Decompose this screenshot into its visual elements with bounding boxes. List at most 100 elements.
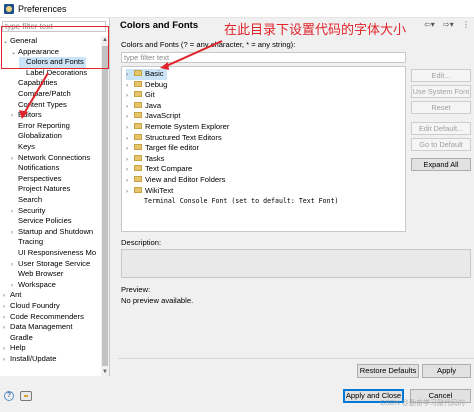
tree-item[interactable]: Content Types xyxy=(11,100,67,111)
tree-item[interactable]: ⌄ Appearance xyxy=(11,47,59,58)
tree-item[interactable]: Error Reporting xyxy=(11,121,70,132)
folder-icon xyxy=(134,165,142,172)
tree-item-label: Search xyxy=(18,195,43,204)
expanded-icon[interactable]: ⌄ xyxy=(11,48,18,59)
folder-icon xyxy=(134,154,142,161)
go-to-default-button[interactable]: Go to Default xyxy=(411,138,471,151)
tree-item[interactable]: › Help xyxy=(3,343,26,354)
help-icon[interactable]: ? xyxy=(4,391,14,401)
tree-item[interactable]: › Workspace xyxy=(11,280,56,291)
font-tree-item[interactable]: › Git xyxy=(126,90,155,101)
tree-item[interactable]: Compare/Patch xyxy=(11,89,71,100)
import-export-icon[interactable] xyxy=(20,391,32,401)
font-tree-item[interactable]: › WikiText xyxy=(126,186,173,197)
edit-button[interactable]: Edit... xyxy=(411,69,471,82)
font-tree-label: Text Compare xyxy=(145,164,193,174)
tree-item[interactable]: Search xyxy=(11,195,42,206)
forward-icon[interactable]: ⇨▾ xyxy=(443,20,454,30)
menu-icon[interactable]: ⋮ xyxy=(462,20,470,30)
tree-item[interactable]: › Network Connections xyxy=(11,153,90,164)
folder-icon xyxy=(134,80,142,87)
font-tree-item[interactable]: › Structured Text Editors xyxy=(126,133,222,144)
separator xyxy=(118,358,474,359)
tree-item[interactable]: Notifications xyxy=(11,163,59,174)
expanded-icon[interactable]: ⌄ xyxy=(3,37,10,48)
font-tree-label: JavaScript xyxy=(145,111,181,121)
tree-item-label: Capabilities xyxy=(18,78,58,88)
restore-defaults-button[interactable]: Restore Defaults xyxy=(357,364,419,378)
watermark: CSDN @勤奋学习敲代码的 xyxy=(380,400,465,407)
font-tree-item[interactable]: Terminal Console Font (set to default: T… xyxy=(136,196,339,207)
folder-icon xyxy=(134,144,142,151)
font-tree-item[interactable]: › View and Editor Folders xyxy=(126,175,225,186)
tree-item[interactable]: Project Natures xyxy=(11,184,70,195)
tree-item-label: Project Natures xyxy=(18,184,71,194)
colors-fonts-tree: › Basic › Debug › Git › Java › JavaScript › Remote … xyxy=(121,66,406,232)
filter-input[interactable]: type filter text xyxy=(2,21,106,32)
tree-item[interactable]: › Editors xyxy=(11,110,42,121)
reset-button[interactable]: Reset xyxy=(411,101,471,114)
tree-item[interactable]: Keys xyxy=(11,142,35,153)
tree-item[interactable]: Web Browser xyxy=(11,269,63,280)
tree-item[interactable]: › Security xyxy=(11,206,45,217)
collapsed-icon[interactable]: › xyxy=(126,187,134,198)
tree-item-label: Content Types xyxy=(18,99,67,109)
preview-label: Preview: xyxy=(121,285,151,294)
font-tree-label: Structured Text Editors xyxy=(145,132,222,142)
tree-item-label: Globalization xyxy=(18,131,62,141)
tree-item[interactable]: › Data Management xyxy=(3,322,72,333)
folder-icon xyxy=(134,186,142,193)
font-filter-input[interactable]: type filter text xyxy=(121,52,406,63)
tree-item[interactable]: › User Storage Service xyxy=(11,259,90,270)
tree-item-label: Tracing xyxy=(18,237,44,247)
folder-icon xyxy=(134,70,142,76)
font-tree-label: Java xyxy=(145,100,162,110)
tree-item[interactable]: Capabilities xyxy=(11,78,57,89)
tree-item-label: Security xyxy=(18,205,46,215)
font-tree-item[interactable]: › Debug xyxy=(126,80,167,91)
font-tree-item[interactable]: › Target file editor xyxy=(126,143,199,154)
font-tree-label: WikiText xyxy=(145,185,174,195)
tree-item[interactable]: UI Responsiveness Mo xyxy=(11,248,96,259)
tree-item[interactable]: Label Decorations xyxy=(19,68,87,79)
tree-item-label: Install/Update xyxy=(10,354,57,363)
tree-item[interactable]: Service Policies xyxy=(11,216,72,227)
apply-button[interactable]: Apply xyxy=(422,364,471,378)
tree-item[interactable]: ⌄ General xyxy=(3,36,37,47)
folder-icon xyxy=(134,133,142,140)
tree-item[interactable]: Perspectives xyxy=(11,174,61,185)
font-tree-label: Git xyxy=(145,90,155,100)
tree-item[interactable]: › Code Recommenders xyxy=(3,312,84,323)
tree-item[interactable]: Colors and Fonts xyxy=(19,57,86,68)
font-tree-item[interactable]: › JavaScript xyxy=(126,111,180,122)
scroll-down-icon[interactable]: ▼ xyxy=(101,368,109,376)
edit-default-button[interactable]: Edit Default... xyxy=(411,122,471,135)
expand-all-button[interactable]: Expand All xyxy=(411,158,471,171)
tree-scrollbar[interactable]: ▲ ▼ xyxy=(101,36,109,376)
tree-item-label: Cloud Foundry xyxy=(10,301,60,310)
tree-item-label: Notifications xyxy=(18,163,60,173)
folder-icon xyxy=(134,91,142,98)
font-tree-label: Basic xyxy=(145,69,164,78)
tree-item[interactable]: › Install/Update xyxy=(3,354,56,365)
tree-item[interactable]: › Startup and Shutdown xyxy=(11,227,93,238)
font-tree-item[interactable]: › Remote System Explorer xyxy=(126,122,229,133)
tree-item-label: User Storage Service xyxy=(18,258,91,268)
tree-item[interactable]: › Cloud Foundry xyxy=(3,301,60,312)
font-tree-item[interactable]: › Tasks xyxy=(126,154,164,165)
font-tree-item[interactable]: › Basic xyxy=(126,69,167,80)
tree-item[interactable]: Globalization xyxy=(11,131,62,142)
use-system-font-button[interactable]: Use System Font xyxy=(411,85,471,98)
font-tree-item[interactable]: › Java xyxy=(126,101,161,112)
scroll-thumb[interactable] xyxy=(102,46,108,366)
tree-item[interactable]: › Ant xyxy=(3,290,21,301)
folder-icon xyxy=(134,176,142,182)
back-icon[interactable]: ⇦▾ xyxy=(424,20,435,30)
font-tree-item[interactable]: › Text Compare xyxy=(126,164,192,175)
tree-item-label: General xyxy=(10,36,38,45)
font-tree-label: Debug xyxy=(145,79,168,89)
scroll-up-icon[interactable]: ▲ xyxy=(101,36,109,44)
tree-item[interactable]: Gradle xyxy=(3,333,33,344)
collapsed-icon[interactable]: › xyxy=(3,355,10,366)
tree-item[interactable]: Tracing xyxy=(11,237,43,248)
